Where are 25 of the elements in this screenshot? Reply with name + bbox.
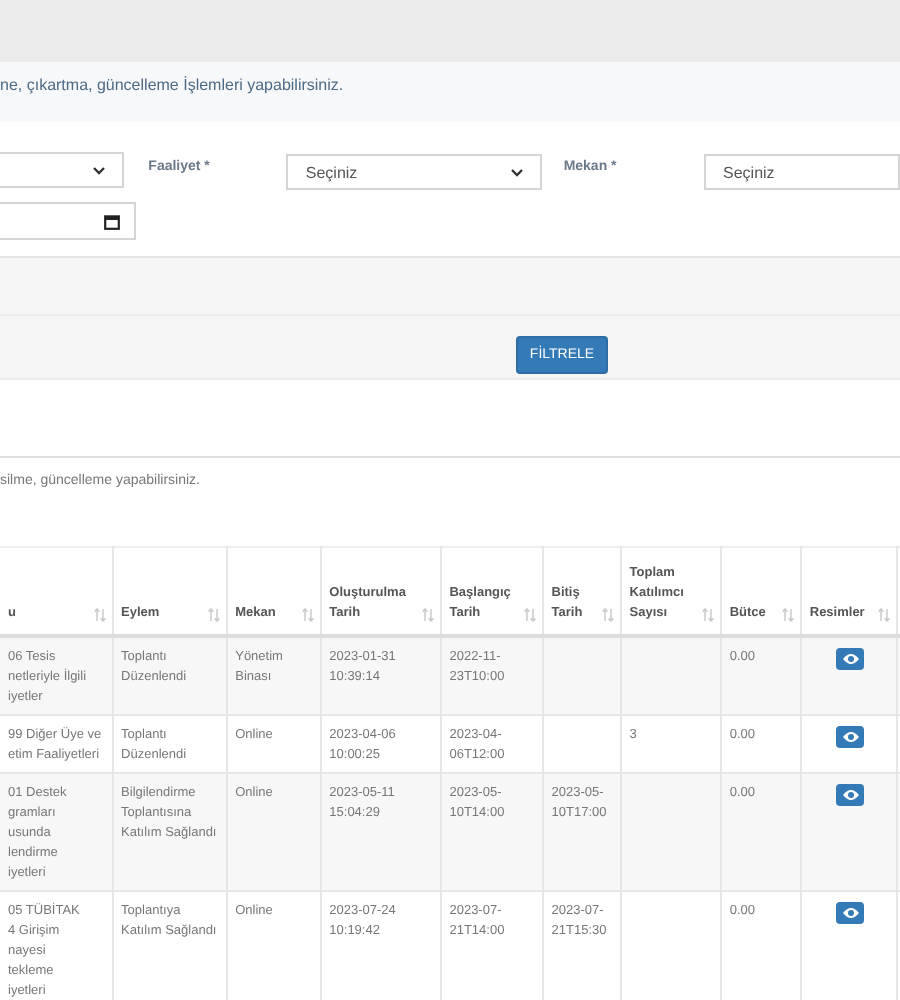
chevron-icon [92,165,107,175]
chevron-icon [509,167,524,177]
calendar-icon [104,213,120,229]
view-images-button[interactable] [836,784,865,806]
view-images-button[interactable] [836,902,865,924]
eye-icon [841,730,860,744]
sort-icon[interactable] [207,608,220,622]
eye-icon [841,788,860,802]
sort-icon[interactable] [877,608,890,622]
sort-icon[interactable] [781,608,794,622]
dropdown-field[interactable]: Seçiniz [703,154,900,190]
info-text: ne, çıkartma, güncelleme İşlemleri yapabilirsiniz. [0,76,344,94]
eye-icon [841,906,860,920]
dropdown-field[interactable] [0,152,125,188]
sort-icon[interactable] [93,608,106,622]
view-images-button[interactable] [836,726,865,748]
sort-icon[interactable] [701,608,714,622]
eye-icon [841,652,860,666]
sort-icon[interactable] [421,608,434,622]
date-field[interactable] [0,202,136,240]
dropdown-field[interactable]: Seçiniz [285,154,542,190]
sort-icon[interactable] [523,608,536,622]
sort-icon[interactable] [601,608,614,622]
sort-icon[interactable] [301,608,314,622]
view-images-button[interactable] [836,648,865,670]
